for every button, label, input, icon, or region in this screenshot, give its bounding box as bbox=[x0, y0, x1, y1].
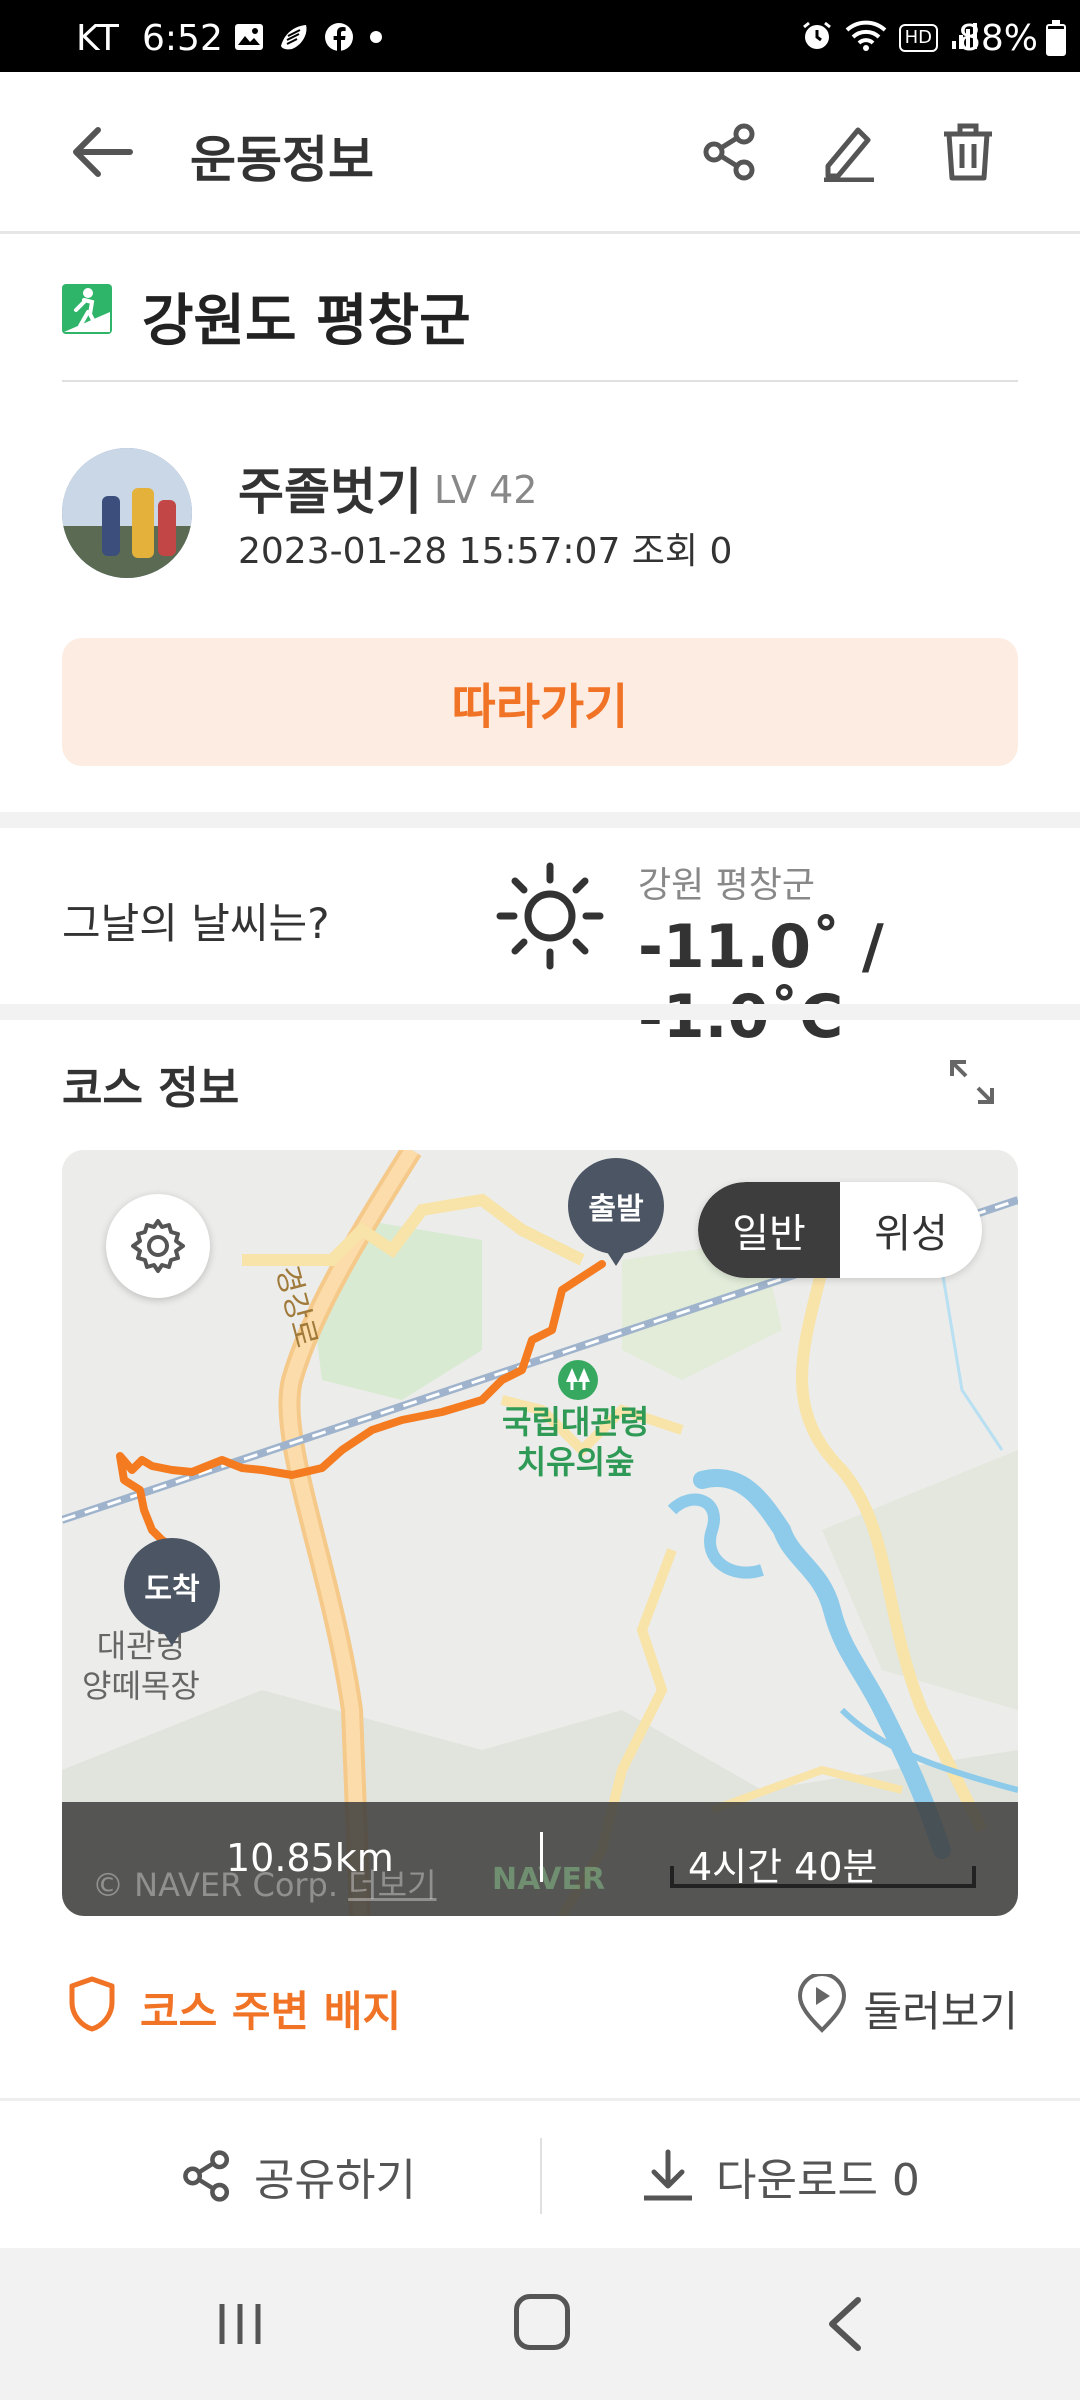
activity-location: 강원도 평창군 bbox=[62, 270, 1018, 382]
home-button[interactable] bbox=[514, 2294, 570, 2350]
download-label: 다운로드 0 bbox=[716, 2155, 920, 2206]
battery-icon bbox=[1046, 20, 1066, 56]
status-bar: KT 6:52 HD 88% bbox=[0, 0, 1080, 72]
map-settings-button[interactable] bbox=[106, 1194, 210, 1298]
gallery-icon bbox=[234, 23, 264, 55]
system-back-button[interactable] bbox=[820, 2294, 870, 2354]
course-map[interactable]: 일반 위성 경강로 국립대관령 치유의숲 대관령 양떼목장 출발 도착 © NA… bbox=[62, 1150, 1018, 1916]
activity-date-views: 2023-01-28 15:57:07 조회 0 bbox=[238, 531, 733, 572]
delete-button[interactable] bbox=[940, 122, 996, 186]
location-name: 강원도 평창군 bbox=[142, 289, 471, 354]
course-title: 코스 정보 bbox=[62, 1063, 240, 1114]
naver-logo: NAVER bbox=[492, 1862, 606, 1897]
weather-temperature: -11.0˚ / -1.0˚C bbox=[638, 912, 884, 1052]
bottom-action-bar: 공유하기 다운로드 0 bbox=[0, 2102, 1080, 2248]
follow-button[interactable]: 따라가기 bbox=[62, 638, 1018, 766]
chevron-left-icon bbox=[829, 2297, 861, 2351]
share-label: 공유하기 bbox=[254, 2155, 416, 2206]
weather-region: 강원 평창군 bbox=[638, 865, 816, 906]
wifi-icon bbox=[845, 20, 887, 56]
battery-percent: 88% bbox=[957, 18, 1038, 59]
back-button[interactable] bbox=[70, 124, 134, 180]
forest-label: 국립대관령 치유의숲 bbox=[502, 1403, 650, 1481]
course-distance: 10.85km bbox=[226, 1836, 394, 1880]
recents-icon bbox=[219, 2304, 261, 2344]
look-around-button[interactable]: 둘러보기 bbox=[863, 1978, 1018, 2039]
sun-icon bbox=[494, 860, 606, 972]
trash-icon bbox=[944, 123, 992, 181]
start-marker[interactable]: 출발 bbox=[568, 1158, 664, 1268]
share-icon bbox=[703, 123, 755, 181]
share-icon bbox=[183, 2150, 230, 2202]
alarm-icon bbox=[801, 20, 833, 56]
recents-button[interactable] bbox=[214, 2298, 266, 2350]
section-divider bbox=[0, 1004, 1080, 1020]
expand-icon bbox=[950, 1060, 994, 1104]
course-duration: 4시간 40분 bbox=[688, 1845, 878, 1889]
map-mode-general[interactable]: 일반 bbox=[698, 1182, 840, 1278]
badge-row: 코스 주변 배지 둘러보기 bbox=[62, 1970, 1018, 2040]
end-marker[interactable]: 도착 bbox=[124, 1538, 220, 1648]
shield-icon bbox=[68, 1976, 116, 2032]
hd-icon: HD bbox=[898, 24, 938, 52]
expand-map-button[interactable] bbox=[946, 1056, 998, 1108]
download-button[interactable]: 다운로드 0 bbox=[640, 2138, 920, 2214]
map-mode-toggle: 일반 위성 bbox=[698, 1182, 982, 1278]
section-divider bbox=[0, 2098, 1080, 2101]
dot-icon bbox=[368, 29, 384, 49]
back-arrow-icon bbox=[73, 127, 133, 177]
gear-icon bbox=[131, 1219, 185, 1273]
weather-question: 그날의 날씨는? bbox=[62, 899, 330, 948]
stats-separator bbox=[540, 1832, 543, 1882]
page-title: 운동정보 bbox=[190, 131, 374, 189]
user-name[interactable]: 주졸벗기 bbox=[238, 452, 422, 524]
edit-button[interactable] bbox=[818, 122, 878, 186]
header-share-button[interactable] bbox=[700, 122, 760, 186]
forest-icon bbox=[558, 1360, 598, 1400]
action-separator bbox=[540, 2138, 542, 2214]
app-header: 운동정보 bbox=[0, 72, 1080, 234]
location-pin-icon bbox=[796, 1972, 848, 2034]
edit-icon bbox=[824, 127, 874, 183]
avatar[interactable] bbox=[62, 448, 192, 578]
status-time: 6:52 bbox=[142, 18, 223, 59]
map-mode-satellite[interactable]: 위성 bbox=[840, 1182, 982, 1278]
user-level: LV 42 bbox=[434, 468, 538, 512]
system-nav-bar bbox=[0, 2248, 1080, 2400]
facebook-icon bbox=[324, 22, 354, 56]
nearby-badges-button[interactable]: 코스 주변 배지 bbox=[140, 1978, 401, 2039]
hiking-icon bbox=[62, 284, 112, 334]
section-divider bbox=[0, 812, 1080, 828]
share-button[interactable]: 공유하기 bbox=[180, 2138, 416, 2214]
map-stats-bar: © NAVER Corp. 더보기 NAVER 10.85km 4시간 40분 bbox=[62, 1802, 1018, 1916]
download-icon bbox=[644, 2149, 692, 2201]
carrier-label: KT bbox=[76, 18, 119, 59]
shoe-icon bbox=[278, 22, 310, 56]
